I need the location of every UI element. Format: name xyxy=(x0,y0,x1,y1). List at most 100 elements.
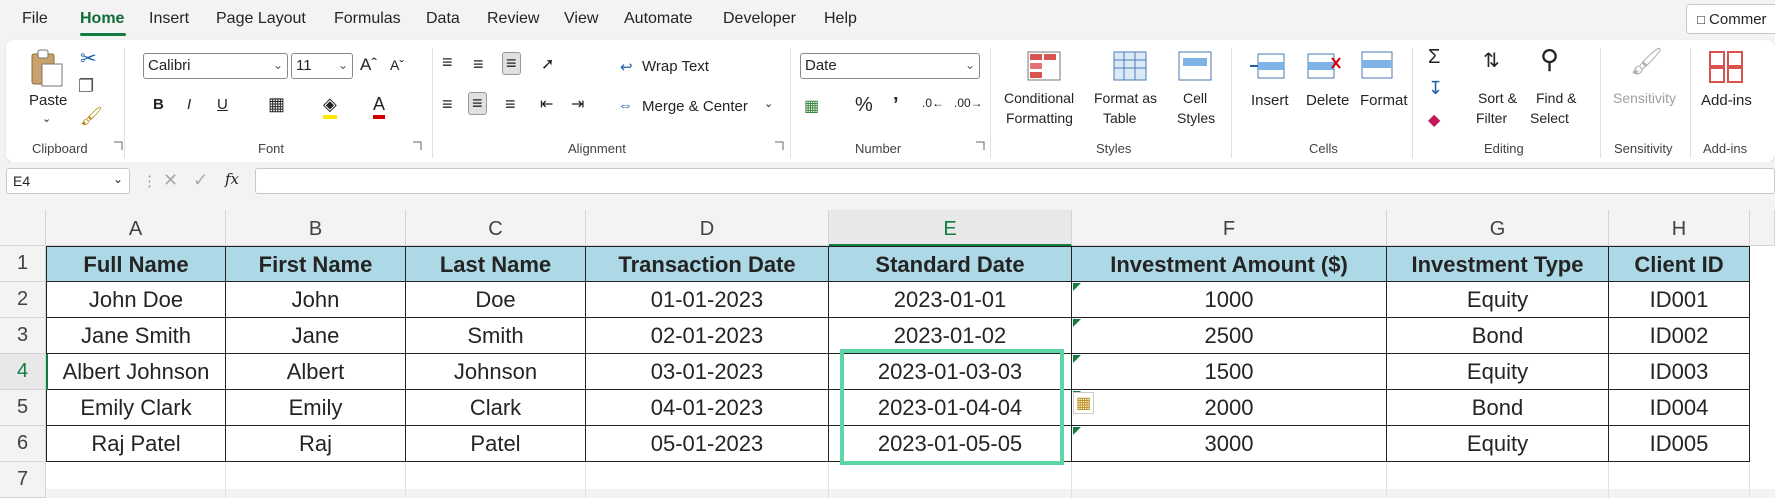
font-size-combo[interactable]: 11 ⌄ xyxy=(291,53,353,79)
chevron-down-icon[interactable]: ⌄ xyxy=(764,97,773,110)
table-cell[interactable]: Raj xyxy=(226,426,406,462)
cell-styles-icon[interactable] xyxy=(1177,50,1213,82)
format-as-table-line1[interactable]: Format as xyxy=(1094,90,1157,106)
percent-style-icon[interactable]: % xyxy=(855,94,873,117)
increase-indent-icon[interactable]: ⇥ xyxy=(571,94,584,114)
format-cells-icon[interactable] xyxy=(1360,48,1396,82)
cancel-icon[interactable]: ✕ xyxy=(163,170,178,191)
empty-cell[interactable] xyxy=(829,462,1072,498)
add-ins-icon[interactable] xyxy=(1708,50,1744,84)
delete-cells-button[interactable]: Delete xyxy=(1306,92,1349,109)
table-cell[interactable]: 02-01-2023 xyxy=(586,318,829,354)
table-cell[interactable]: Emily Clark xyxy=(46,390,226,426)
font-color-icon[interactable]: A xyxy=(373,94,386,119)
empty-cell[interactable] xyxy=(1387,462,1609,498)
font-name-combo[interactable]: Calibri ⌄ xyxy=(143,53,288,79)
column-header-g[interactable]: G xyxy=(1387,210,1609,246)
menu-view[interactable]: View xyxy=(564,10,598,28)
table-cell[interactable]: Smith xyxy=(406,318,586,354)
header-cell[interactable]: Investment Amount ($) xyxy=(1072,246,1387,282)
insert-cells-icon[interactable] xyxy=(1250,52,1286,82)
row-header-6[interactable]: 6 xyxy=(0,426,46,462)
table-cell[interactable]: Bond xyxy=(1387,390,1609,426)
alignment-launcher-icon[interactable] xyxy=(774,141,784,151)
wrap-text-button[interactable]: Wrap Text xyxy=(642,58,709,75)
align-right-icon[interactable]: ≡ xyxy=(505,94,516,115)
formula-input[interactable] xyxy=(255,168,1775,194)
number-launcher-icon[interactable] xyxy=(975,141,985,151)
paste-chevron-icon[interactable]: ⌄ xyxy=(42,112,51,125)
table-cell[interactable]: Equity xyxy=(1387,354,1609,390)
row-header-2[interactable]: 2 xyxy=(0,282,46,318)
format-as-table-icon[interactable] xyxy=(1112,50,1148,82)
table-cell[interactable]: Jane xyxy=(226,318,406,354)
table-cell[interactable]: Equity xyxy=(1387,282,1609,318)
table-cell[interactable]: 2000 xyxy=(1072,390,1387,426)
italic-icon[interactable]: I xyxy=(187,96,191,113)
header-cell[interactable]: Transaction Date xyxy=(586,246,829,282)
fill-color-icon[interactable]: ◈ xyxy=(323,94,337,119)
empty-cell[interactable] xyxy=(1072,462,1387,498)
column-header-d[interactable]: D xyxy=(586,210,829,246)
copy-icon[interactable]: ❐ xyxy=(78,76,94,97)
bold-icon[interactable]: B xyxy=(153,96,164,113)
name-box[interactable]: E4 ⌄ xyxy=(6,168,130,194)
empty-cell[interactable] xyxy=(586,462,829,498)
header-cell[interactable]: First Name xyxy=(226,246,406,282)
quick-analysis-icon[interactable]: ▦ xyxy=(1073,392,1095,414)
column-header-e[interactable]: E xyxy=(829,210,1072,246)
wrap-text-icon[interactable]: ↩ xyxy=(620,58,633,76)
decrease-font-icon[interactable]: Aˇ xyxy=(390,57,404,73)
table-cell[interactable]: Bond xyxy=(1387,318,1609,354)
conditional-formatting-line1[interactable]: Conditional xyxy=(1004,90,1074,106)
conditional-formatting-icon[interactable] xyxy=(1026,50,1062,82)
table-cell[interactable]: ID001 xyxy=(1609,282,1750,318)
table-cell[interactable]: 2023-01-01 xyxy=(829,282,1072,318)
table-cell[interactable]: Raj Patel xyxy=(46,426,226,462)
cell-styles-line2[interactable]: Styles xyxy=(1177,110,1215,126)
font-launcher-icon[interactable] xyxy=(412,141,422,151)
table-cell[interactable]: 1500 xyxy=(1072,354,1387,390)
increase-decimal-icon[interactable]: .0← xyxy=(922,96,944,110)
empty-cell[interactable] xyxy=(46,462,226,498)
menu-help[interactable]: Help xyxy=(824,10,857,28)
menu-data[interactable]: Data xyxy=(426,10,460,28)
table-cell[interactable]: ID004 xyxy=(1609,390,1750,426)
empty-cell[interactable] xyxy=(226,462,406,498)
format-as-table-line2[interactable]: Table xyxy=(1103,110,1136,126)
table-cell[interactable]: 01-01-2023 xyxy=(586,282,829,318)
comma-style-icon[interactable]: ’ xyxy=(893,94,899,117)
table-cell[interactable]: 2023-01-05-05 xyxy=(829,426,1072,462)
orientation-icon[interactable]: ➚ xyxy=(541,54,554,74)
clipboard-launcher-icon[interactable] xyxy=(113,141,123,151)
table-cell[interactable]: Clark xyxy=(406,390,586,426)
align-center-icon[interactable]: ≡ xyxy=(468,92,487,115)
paste-label[interactable]: Paste xyxy=(29,92,67,109)
insert-cells-button[interactable]: Insert xyxy=(1251,92,1289,109)
row-header-4[interactable]: 4 xyxy=(0,354,46,390)
empty-cell[interactable] xyxy=(406,462,586,498)
menu-home[interactable]: Home xyxy=(80,10,124,28)
align-top-icon[interactable]: ≡ xyxy=(442,52,453,73)
table-cell[interactable]: John xyxy=(226,282,406,318)
table-cell[interactable]: 2023-01-04-04 xyxy=(829,390,1072,426)
table-cell[interactable]: 1000 xyxy=(1072,282,1387,318)
header-cell[interactable]: Standard Date xyxy=(829,246,1072,282)
accounting-format-icon[interactable]: ▦ xyxy=(804,96,819,116)
align-middle-icon[interactable]: ≡ xyxy=(473,54,484,75)
add-ins-button[interactable]: Add-ins xyxy=(1701,92,1752,109)
error-indicator-icon[interactable] xyxy=(1073,283,1081,291)
error-indicator-icon[interactable] xyxy=(1073,319,1081,327)
format-painter-icon[interactable]: 🖌 xyxy=(80,106,103,127)
find-select-line1[interactable]: Find & xyxy=(1536,90,1576,106)
decrease-indent-icon[interactable]: ⇤ xyxy=(540,94,553,114)
insert-function-icon[interactable]: fx xyxy=(225,170,239,188)
table-cell[interactable]: John Doe xyxy=(46,282,226,318)
table-cell[interactable]: ID003 xyxy=(1609,354,1750,390)
table-cell[interactable]: 05-01-2023 xyxy=(586,426,829,462)
column-header-f[interactable]: F xyxy=(1072,210,1387,246)
menu-automate[interactable]: Automate xyxy=(624,10,692,28)
menu-page-layout[interactable]: Page Layout xyxy=(216,10,306,28)
row-header-5[interactable]: 5 xyxy=(0,390,46,426)
error-indicator-icon[interactable] xyxy=(1073,427,1081,435)
